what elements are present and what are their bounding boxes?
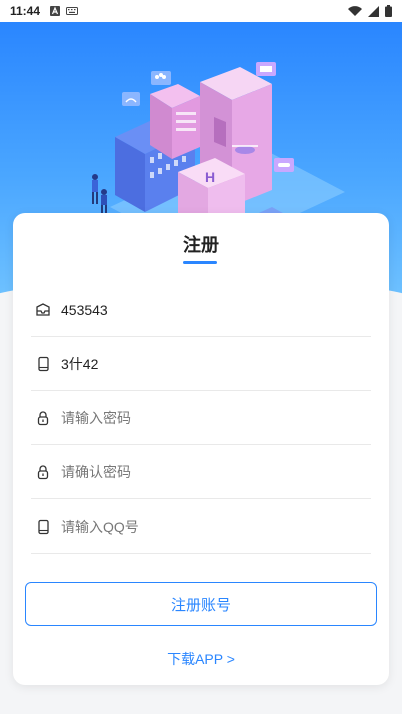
battery-icon <box>385 5 392 17</box>
status-time: 11:44 <box>10 4 41 18</box>
page-title: 注册 <box>183 235 219 255</box>
envelope-icon <box>33 300 53 320</box>
password-row <box>31 391 371 445</box>
qq-input[interactable] <box>61 518 341 535</box>
register-button[interactable]: 注册账号 <box>25 582 377 626</box>
download-app-link[interactable]: 下载APP > <box>13 649 389 669</box>
status-left-icons <box>50 6 79 16</box>
phone-icon <box>33 354 53 374</box>
status-bar: 11:44 <box>0 0 402 22</box>
lock-icon <box>33 408 53 428</box>
wifi-icon <box>348 5 362 16</box>
signal-icon <box>368 5 379 17</box>
qq-row <box>31 500 371 554</box>
phone-input[interactable] <box>61 355 341 372</box>
font-a-icon <box>50 6 61 16</box>
status-right-icons <box>348 5 392 17</box>
svg-text:H: H <box>205 169 215 185</box>
password-input[interactable] <box>61 409 341 426</box>
register-card: 注册 453543 3什42 请输入QQ号 注册账号 下载APP > <box>13 213 389 685</box>
confirm-password-row <box>31 445 371 499</box>
title-underline <box>183 261 217 264</box>
username-input[interactable] <box>61 301 341 318</box>
confirm-password-input[interactable] <box>61 463 341 480</box>
lock-icon <box>33 462 53 482</box>
username-row <box>31 283 371 337</box>
keyboard-icon <box>66 7 79 15</box>
phone-row <box>31 337 371 391</box>
phone-icon <box>33 517 53 537</box>
